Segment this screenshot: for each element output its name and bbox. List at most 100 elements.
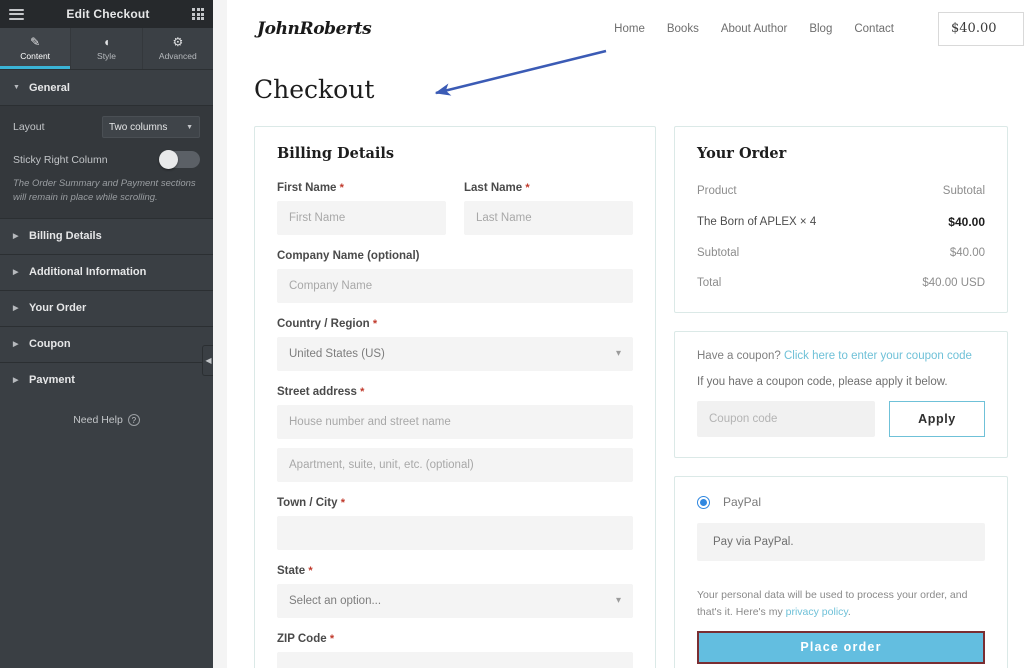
chevron-down-icon: ▼ [13,84,20,91]
layout-select-value: Two columns [109,122,167,133]
grid-icon[interactable] [192,8,204,20]
company-input[interactable] [277,269,633,303]
zip-input[interactable] [277,652,633,668]
state-select-wrap: ▾ [277,584,633,618]
city-input[interactable] [277,516,633,550]
chevron-right-icon: ▶ [13,376,20,384]
hamburger-icon[interactable] [9,9,24,20]
chevron-down-icon: ▼ [186,124,193,131]
sticky-toggle-wrap [162,151,200,168]
section-your-order-label: Your Order [29,302,86,314]
street-address-group: Street address * [277,386,633,482]
section-general-body: Layout Two columns ▼ Sticky Right Column… [0,106,213,219]
tab-content-label: Content [20,51,50,61]
sticky-right-column-toggle[interactable] [162,151,200,168]
section-billing-details[interactable]: ▶ Billing Details [0,219,213,255]
sticky-hint: The Order Summary and Payment sections w… [13,177,200,205]
layout-control-row: Layout Two columns ▼ [13,116,200,138]
place-order-button[interactable]: Place order [697,631,985,664]
street-address-line1-input[interactable] [277,405,633,439]
tab-content[interactable]: ✎ Content [0,28,71,69]
site-logo[interactable]: JohnRoberts [257,19,371,39]
state-label: State * [277,565,633,577]
chevron-right-icon: ▶ [13,304,20,312]
country-select-wrap: ▾ [277,337,633,371]
section-general-header[interactable]: ▼ General [0,70,213,106]
country-group: Country / Region * ▾ [277,318,633,371]
required-marker: * [340,182,344,194]
order-col-subtotal: Subtotal [943,185,985,197]
tab-style[interactable]: ◖ Style [71,28,142,69]
paypal-radio[interactable] [697,496,710,509]
street-address-line2-input[interactable] [277,448,633,482]
contrast-icon: ◖ [103,36,110,48]
need-help-button[interactable]: Need Help ? [73,414,140,426]
last-name-input[interactable] [464,201,633,235]
billing-details-title: Billing Details [277,145,633,162]
zip-label: ZIP Code * [277,633,633,645]
nav-item-contact[interactable]: Contact [854,23,894,35]
required-marker: * [360,386,364,398]
panel-tabs: ✎ Content ◖ Style ⚙ Advanced [0,28,213,70]
coupon-code-input[interactable] [697,401,875,437]
order-total-value: $40.00 USD [922,277,985,289]
order-item-name: The Born of APLEX × 4 [697,216,816,228]
first-name-input[interactable] [277,201,446,235]
order-col-product: Product [697,185,737,197]
paypal-label: PayPal [723,495,761,509]
first-name-label-text: First Name [277,182,336,194]
site-canvas: JohnRoberts Home Books About Author Blog… [227,0,1024,668]
apply-coupon-button[interactable]: Apply [889,401,985,437]
site-header: JohnRoberts Home Books About Author Blog… [227,0,1024,57]
layout-select[interactable]: Two columns ▼ [102,116,200,138]
last-name-label-text: Last Name [464,182,522,194]
country-label-text: Country / Region [277,318,370,330]
section-additional-information[interactable]: ▶ Additional Information [0,255,213,291]
tab-style-label: Style [97,51,116,61]
your-order-title: Your Order [697,145,985,162]
nav-item-about-author[interactable]: About Author [721,23,788,35]
payment-method-row[interactable]: PayPal [697,495,985,509]
nav-item-blog[interactable]: Blog [809,23,832,35]
company-label: Company Name (optional) [277,250,633,262]
city-group: Town / City * [277,497,633,550]
section-coupon[interactable]: ▶ Coupon [0,327,213,363]
cart-total-button[interactable]: $40.00 [938,12,1024,46]
tab-advanced[interactable]: ⚙ Advanced [143,28,213,69]
coupon-form: Apply [697,401,985,437]
payment-description: Pay via PayPal. [697,523,985,561]
order-total-label: Total [697,277,721,289]
radio-dot-icon [700,499,707,506]
required-marker: * [330,633,334,645]
privacy-notice: Your personal data will be used to proce… [697,587,985,622]
required-marker: * [308,565,312,577]
nav-item-home[interactable]: Home [614,23,645,35]
required-marker: * [525,182,529,194]
chevron-right-icon: ▶ [13,340,20,348]
section-coupon-label: Coupon [29,338,71,350]
layout-label: Layout [13,121,45,133]
state-group: State * ▾ [277,565,633,618]
state-select[interactable] [277,584,633,618]
panel-collapse-handle[interactable]: ◀ [202,345,213,376]
coupon-sub-text: If you have a coupon code, please apply … [697,376,985,388]
first-name-label: First Name * [277,182,446,194]
table-row: The Born of APLEX × 4 $40.00 [697,206,985,238]
country-select[interactable] [277,337,633,371]
tab-advanced-label: Advanced [159,51,197,61]
required-marker: * [341,497,345,509]
question-mark-icon: ? [128,414,140,426]
coupon-toggle-link[interactable]: Click here to enter your coupon code [784,350,972,362]
zip-label-text: ZIP Code [277,633,327,645]
street-address-label-text: Street address [277,386,357,398]
privacy-policy-link[interactable]: privacy policy [786,606,848,618]
order-subtotal-value: $40.00 [950,247,985,259]
chevron-left-icon: ◀ [205,356,211,365]
chevron-right-icon: ▶ [13,268,20,276]
nav-item-books[interactable]: Books [667,23,699,35]
preview-area: JohnRoberts Home Books About Author Blog… [213,0,1024,668]
coupon-prompt-row: Have a coupon? Click here to enter your … [697,350,985,362]
need-help-label: Need Help [73,414,123,426]
section-your-order[interactable]: ▶ Your Order [0,291,213,327]
your-order-card: Your Order Product Subtotal The Born of … [674,126,1008,313]
